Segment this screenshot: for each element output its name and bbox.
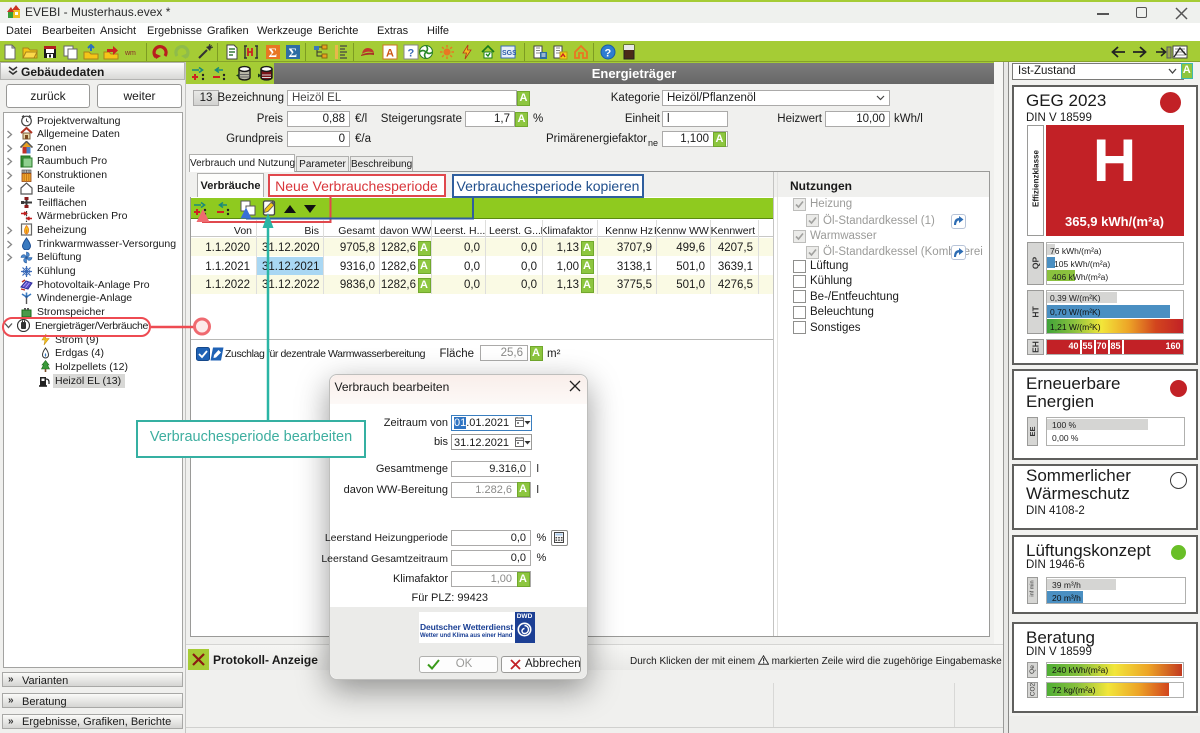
svg-text:Σ: Σ bbox=[289, 45, 298, 60]
svg-text:Σ: Σ bbox=[269, 45, 278, 60]
svg-text:wm: wm bbox=[124, 50, 136, 57]
svg-text:?: ? bbox=[408, 48, 415, 60]
svg-text:?: ? bbox=[605, 48, 612, 60]
svg-text:A: A bbox=[386, 48, 394, 60]
svg-text:SGS: SGS bbox=[502, 50, 516, 57]
